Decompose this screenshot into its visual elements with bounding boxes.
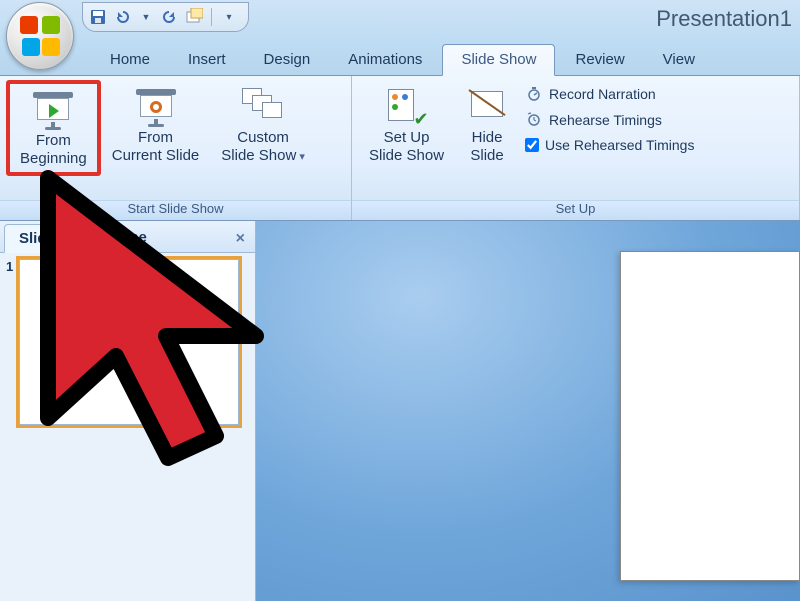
group-start-slide-show: From Beginning From Current Slide Custom… (0, 76, 352, 220)
redo-icon[interactable] (161, 8, 179, 26)
rehearse-timings-button[interactable]: Rehearse Timings (523, 110, 696, 130)
custom-slide-show-label: Custom Slide Show (221, 129, 305, 165)
window-title: Presentation1 (656, 6, 792, 32)
panel-tab-slides[interactable]: Slides (4, 224, 78, 253)
from-beginning-icon (32, 88, 74, 130)
tab-animations[interactable]: Animations (330, 45, 440, 75)
use-rehearsed-timings-label: Use Rehearsed Timings (545, 137, 694, 153)
hide-slide-button[interactable]: Hide Slide (455, 80, 519, 170)
stopwatch-icon (525, 85, 543, 103)
slide-thumbnail-1[interactable] (19, 259, 239, 425)
tab-view[interactable]: View (645, 45, 713, 75)
group-label-setup: Set Up (352, 200, 799, 220)
from-current-slide-icon (135, 85, 177, 127)
slide-number: 1 (6, 259, 13, 425)
slide-editor[interactable] (256, 221, 800, 601)
customize-qat-icon[interactable]: ▾ (220, 8, 238, 26)
save-icon[interactable] (89, 8, 107, 26)
quick-access-toolbar: ▼ ▾ (82, 2, 249, 32)
use-rehearsed-timings-checkbox[interactable]: Use Rehearsed Timings (523, 136, 696, 154)
tab-home[interactable]: Home (92, 45, 168, 75)
slide-canvas[interactable] (620, 251, 800, 581)
panel-tab-outline[interactable]: Outline (80, 223, 162, 252)
undo-icon[interactable] (113, 8, 131, 26)
from-current-slide-button[interactable]: From Current Slide (101, 80, 211, 170)
set-up-slide-show-icon: ✔ (386, 85, 428, 127)
set-up-slide-show-button[interactable]: ✔ Set Up Slide Show (358, 80, 455, 170)
record-narration-label: Record Narration (549, 86, 656, 102)
from-beginning-label: From Beginning (20, 132, 87, 168)
panel-close-button[interactable]: × (226, 226, 255, 252)
workspace: Slides Outline × 1 (0, 221, 800, 601)
slide-thumb-row: 1 (6, 259, 249, 425)
clock-arrow-icon (525, 111, 543, 129)
new-slide-qat-icon[interactable] (185, 8, 203, 26)
undo-dropdown-icon[interactable]: ▼ (137, 8, 155, 26)
tab-insert[interactable]: Insert (170, 45, 244, 75)
use-rehearsed-timings-input[interactable] (525, 138, 539, 152)
tab-slide-show[interactable]: Slide Show (442, 44, 555, 76)
tab-design[interactable]: Design (246, 45, 329, 75)
record-narration-button[interactable]: Record Narration (523, 84, 696, 104)
slide-panel: Slides Outline × 1 (0, 221, 256, 601)
custom-slide-show-icon (242, 85, 284, 127)
group-set-up: ✔ Set Up Slide Show Hide Slide Record Na… (352, 76, 800, 220)
tab-review[interactable]: Review (557, 45, 642, 75)
hide-slide-icon (466, 85, 508, 127)
from-beginning-button[interactable]: From Beginning (6, 80, 101, 176)
qat-separator (211, 8, 212, 26)
ribbon-tabs: Home Insert Design Animations Slide Show… (0, 42, 800, 76)
ribbon: From Beginning From Current Slide Custom… (0, 76, 800, 221)
office-button[interactable] (6, 2, 74, 70)
from-current-slide-label: From Current Slide (112, 129, 200, 165)
rehearse-timings-label: Rehearse Timings (549, 112, 662, 128)
group-label-start: Start Slide Show (0, 200, 351, 220)
office-logo-icon (20, 16, 60, 56)
custom-slide-show-button[interactable]: Custom Slide Show (210, 80, 316, 170)
set-up-slide-show-label: Set Up Slide Show (369, 129, 444, 165)
hide-slide-label: Hide Slide (470, 129, 503, 165)
